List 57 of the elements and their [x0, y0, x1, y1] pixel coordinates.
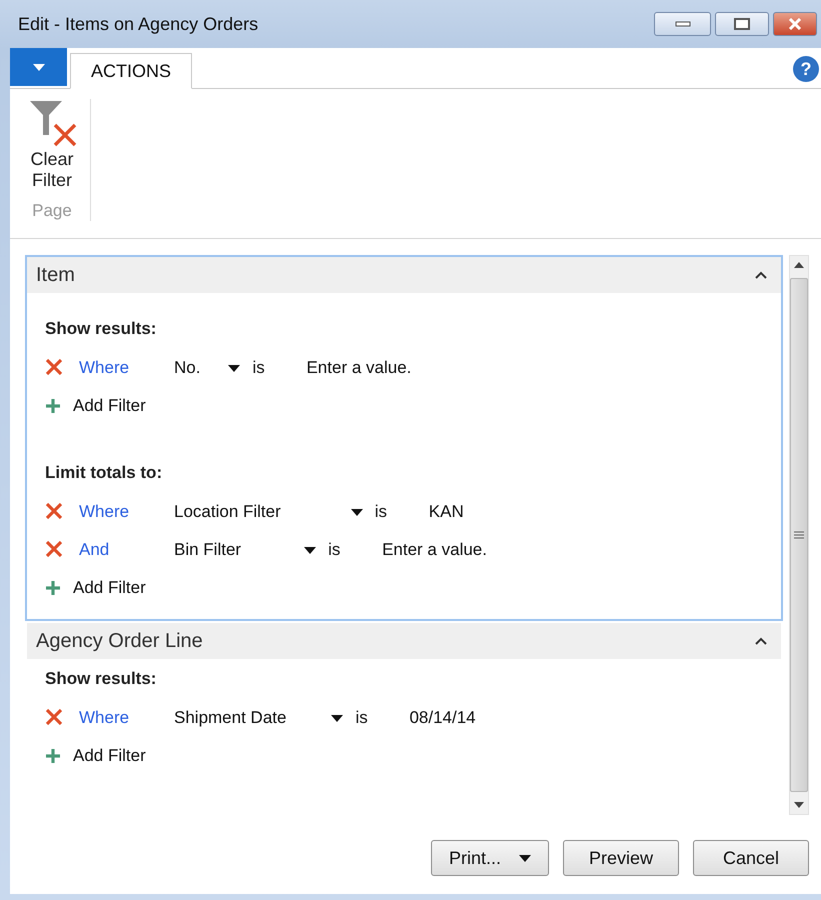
group-heading: Show results:	[45, 319, 158, 339]
add-filter-button[interactable]: Add Filter	[45, 737, 146, 775]
dialog-button[interactable]: Cancel	[693, 840, 809, 876]
connector-link[interactable]: Where	[79, 502, 174, 522]
add-filter-button[interactable]: Add Filter	[45, 387, 146, 425]
scroll-up-icon[interactable]	[794, 262, 804, 268]
operator-label: is	[355, 708, 369, 728]
scroll-down-icon[interactable]	[794, 802, 804, 808]
group-heading: Show results:	[45, 669, 158, 689]
minimize-icon	[674, 21, 690, 27]
operator-label: is	[374, 502, 388, 522]
remove-filter-button[interactable]	[45, 358, 65, 378]
group-label: Page	[32, 201, 72, 221]
section-title: Agency Order Line	[36, 630, 204, 652]
dialog-button[interactable]: Preview	[563, 840, 679, 876]
help-icon[interactable]: ?	[793, 56, 819, 82]
remove-filter-button[interactable]	[45, 540, 65, 560]
grip-icon	[794, 531, 804, 539]
remove-icon	[45, 502, 63, 520]
connector-link[interactable]: Where	[79, 358, 174, 378]
window-title: Edit - Items on Agency Orders	[18, 14, 260, 34]
add-icon	[45, 580, 61, 596]
remove-icon	[45, 708, 63, 726]
field-dropdown[interactable]: Location Filter	[174, 502, 363, 522]
close-icon	[788, 18, 802, 30]
caret-icon	[304, 546, 316, 554]
caret-icon	[228, 364, 240, 372]
group-heading: Limit totals to:	[45, 463, 164, 483]
field-dropdown[interactable]: No.	[174, 358, 240, 378]
field-dropdown[interactable]: Bin Filter	[174, 540, 316, 560]
section-title: Item	[36, 264, 76, 286]
add-icon	[45, 398, 61, 414]
tab[interactable]: ACTIONS	[70, 53, 192, 89]
field-dropdown[interactable]: Shipment Date	[174, 708, 344, 728]
scrollbar[interactable]	[789, 255, 809, 815]
caret-icon	[350, 508, 363, 516]
minimize-button[interactable]	[654, 12, 711, 36]
operator-label: is	[252, 358, 266, 378]
remove-icon	[45, 540, 63, 558]
clear-filter-button[interactable]: Clear Filter	[24, 99, 80, 191]
caret-icon	[331, 714, 344, 722]
chevron-icon[interactable]	[755, 271, 767, 279]
remove-filter-button[interactable]	[45, 708, 65, 728]
close-button[interactable]	[773, 12, 817, 36]
operator-label: is	[328, 540, 342, 560]
remove-icon	[45, 358, 63, 376]
remove-filter-button[interactable]	[45, 502, 65, 522]
chevron-icon[interactable]	[755, 637, 767, 645]
maximize-button[interactable]	[715, 12, 769, 36]
add-filter-button[interactable]: Add Filter	[45, 569, 146, 607]
maximize-icon	[734, 18, 750, 30]
print-button[interactable]: Print...	[431, 840, 549, 876]
connector-link[interactable]: Where	[79, 708, 174, 728]
caret-icon	[519, 854, 531, 862]
add-icon	[45, 748, 61, 764]
caret-icon	[32, 64, 44, 70]
connector-link[interactable]: And	[79, 540, 174, 560]
